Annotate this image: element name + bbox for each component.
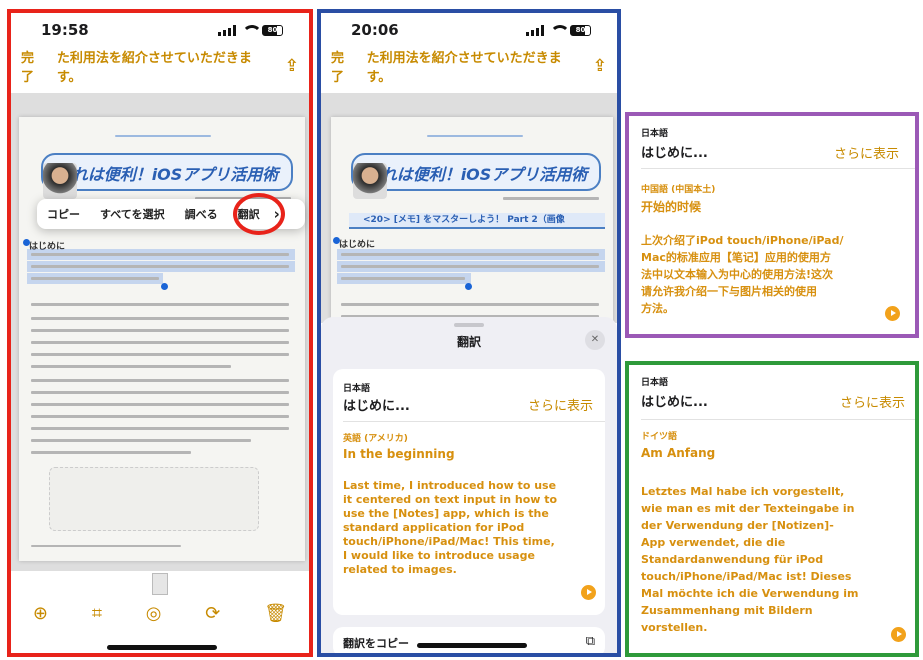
battery-icon: 80 — [570, 24, 591, 36]
translated-body: Letztes Mal habe ich vorgestellt, wie ma… — [641, 485, 859, 634]
trash-icon[interactable]: 🗑 — [264, 603, 287, 624]
play-pronunciation-icon[interactable] — [891, 627, 906, 642]
rotate-icon[interactable]: ⟳ — [205, 603, 220, 624]
done-button[interactable]: 完了 — [331, 47, 357, 85]
translated-body: 上次介绍了iPod touch/iPhone/iPad/ Mac的标准应用【笔记… — [641, 234, 844, 315]
nav-bar: 完了 た利用法を紹介させていただきます。 ⇪ — [321, 47, 617, 85]
source-text: はじめに... — [641, 146, 708, 161]
color-filter-icon[interactable]: ◎ — [146, 603, 162, 624]
sub-banner: <20> [メモ] をマスターしよう！ Part 2（画像 — [349, 213, 605, 229]
source-text: はじめに... — [641, 395, 708, 410]
translation-card: 日本語 はじめに... さらに表示 英語 (アメリカ) In the begin… — [333, 369, 605, 615]
translated-title: In the beginning — [343, 447, 455, 461]
page-thumbnail[interactable] — [152, 573, 168, 595]
target-language[interactable]: ドイツ語 — [641, 429, 677, 442]
source-language: 日本語 — [641, 129, 669, 139]
play-pronunciation-icon[interactable] — [581, 585, 596, 600]
plus-circle-icon[interactable]: ⊕ — [33, 603, 48, 624]
copy-translation-row[interactable]: 翻訳をコピー ⧉ — [333, 627, 605, 653]
scanned-document-view[interactable]: これは便利！iOSアプリ活用術 <20> [メモ] をマスターしよう！ Part… — [321, 93, 617, 323]
show-more-link[interactable]: さらに表示 — [840, 392, 905, 411]
status-bar: 19:58 80 — [11, 13, 309, 47]
phone-screen-translate-sheet: 20:06 80 完了 た利用法を紹介させていただきます。 ⇪ これは便利！iO… — [321, 13, 617, 653]
done-button[interactable]: 完了 — [21, 47, 47, 85]
copy-translation-label: 翻訳をコピー — [343, 637, 409, 650]
source-text: はじめに... — [343, 399, 410, 414]
translation-panel-chinese: 日本語 はじめに... さらに表示 中国語 (中国本土) 开始的时候 上次介绍了… — [629, 116, 915, 334]
target-language[interactable]: 英語 (アメリカ) — [343, 431, 408, 444]
home-indicator — [417, 643, 527, 648]
source-language: 日本語 — [641, 378, 669, 388]
cellular-signal-icon — [526, 24, 544, 36]
battery-icon: 80 — [262, 24, 283, 36]
nav-title: た利用法を紹介させていただきます。 — [56, 51, 252, 85]
play-pronunciation-icon[interactable] — [885, 306, 900, 321]
translate-highlight-circle — [233, 193, 285, 235]
show-more-link[interactable]: さらに表示 — [528, 395, 593, 414]
scanned-page: これは便利！iOSアプリ活用術 <20> [メモ] をマスターしよう！ Part… — [331, 117, 613, 323]
translated-title: Am Anfang — [641, 446, 716, 460]
author-photo — [353, 163, 387, 199]
wifi-icon — [550, 24, 570, 36]
cellular-signal-icon — [218, 24, 236, 36]
scanned-page: これは便利！iOSアプリ活用術 はじめに — [19, 117, 305, 561]
menu-look-up[interactable]: 調べる — [175, 206, 228, 222]
selection-handle-end[interactable] — [161, 283, 168, 290]
menu-copy[interactable]: コピー — [37, 206, 90, 222]
translation-panel-german: 日本語 はじめに... さらに表示 ドイツ語 Am Anfang Letztes… — [629, 365, 915, 653]
copy-icon[interactable]: ⧉ — [586, 634, 595, 649]
page-banner: これは便利！iOSアプリ活用術 — [351, 153, 601, 191]
share-icon[interactable]: ⇪ — [285, 56, 299, 76]
nav-bar: 完了 た利用法を紹介させていただきます。 ⇪ — [11, 47, 309, 85]
close-icon[interactable]: ✕ — [585, 330, 605, 350]
phone-screen-copy-menu: 19:58 80 完了 た利用法を紹介させていただきます。 ⇪ これは便利！iO… — [11, 13, 309, 653]
show-more-link[interactable]: さらに表示 — [834, 143, 899, 162]
wifi-icon — [242, 24, 262, 36]
translated-title: 开始的时候 — [641, 200, 702, 214]
sheet-title: 翻訳 — [456, 335, 481, 349]
clock: 19:58 — [41, 21, 89, 39]
crop-icon[interactable]: ⌗ — [92, 603, 102, 624]
target-language[interactable]: 中国語 (中国本土) — [641, 182, 715, 195]
home-indicator — [107, 645, 217, 650]
scanned-document-view[interactable]: これは便利！iOSアプリ活用術 はじめに コピー すべてを選択 調べる 翻訳 › — [11, 93, 309, 571]
nav-title: た利用法を紹介させていただきます。 — [366, 51, 562, 85]
share-icon[interactable]: ⇪ — [593, 56, 607, 76]
status-bar: 20:06 80 — [321, 13, 617, 47]
page-banner: これは便利！iOSアプリ活用術 — [41, 153, 293, 191]
source-language: 日本語 — [343, 384, 371, 394]
translate-sheet: 翻訳 ✕ 日本語 はじめに... さらに表示 英語 (アメリカ) In the … — [321, 317, 617, 653]
bottom-toolbar: ⊕ ⌗ ◎ ⟳ 🗑 — [11, 598, 309, 628]
selection-handle-end[interactable] — [465, 283, 472, 290]
menu-select-all[interactable]: すべてを選択 — [90, 206, 175, 222]
sheet-grabber[interactable] — [454, 323, 484, 327]
author-photo — [43, 163, 77, 199]
translated-body: Last time, I introduced how to use it ce… — [343, 479, 558, 576]
clock: 20:06 — [351, 21, 399, 39]
